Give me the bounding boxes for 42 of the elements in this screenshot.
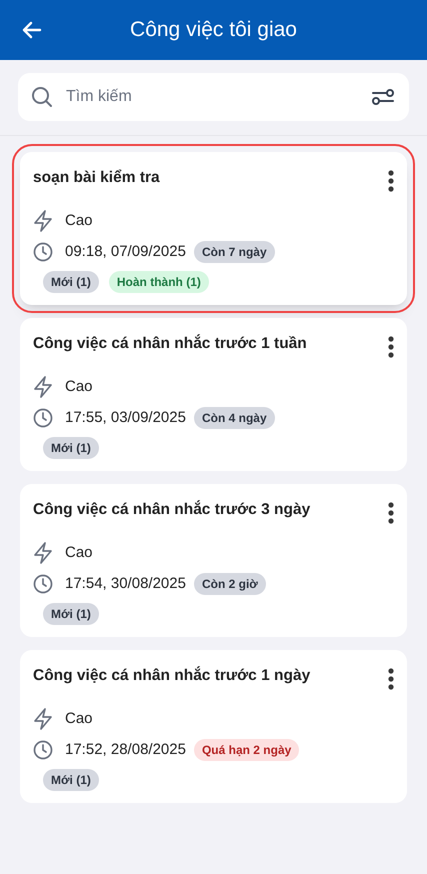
priority-label: Cao [65, 377, 93, 397]
status-badge: Mới (1) [43, 603, 99, 625]
priority-label: Cao [65, 543, 93, 563]
status-badge: Hoàn thành (1) [108, 271, 209, 293]
task-title: soạn bài kiểm tra [33, 168, 160, 188]
due-date: 17:52, 28/08/2025 [65, 740, 186, 760]
more-options-icon[interactable] [388, 170, 394, 192]
lightning-icon [33, 542, 53, 564]
due-date: 17:54, 30/08/2025 [65, 574, 186, 594]
lightning-icon [33, 376, 53, 398]
due-date: 17:55, 03/09/2025 [65, 408, 186, 428]
more-options-icon[interactable] [388, 502, 394, 524]
deadline-badge: Còn 4 ngày [194, 406, 275, 429]
more-options-icon[interactable] [388, 668, 394, 690]
clock-icon [33, 574, 53, 594]
more-options-icon[interactable] [388, 336, 394, 358]
filter-icon[interactable] [371, 87, 395, 107]
lightning-icon [33, 210, 53, 232]
deadline-badge: Còn 2 giờ [194, 572, 266, 595]
status-badge: Mới (1) [43, 271, 99, 293]
screen-title: Công việc tôi giao [130, 17, 297, 44]
status-badge: Mới (1) [43, 769, 99, 791]
task-title: Công việc cá nhân nhắc trước 1 tuần [33, 334, 307, 354]
priority-label: Cao [65, 211, 93, 231]
clock-icon [33, 242, 53, 262]
task-card[interactable]: soạn bài kiểm tra Cao 09:18, 07/09/2025 Còn 7 ngày Mới (1) Hoàn thành (1) [20, 152, 407, 305]
clock-icon [33, 408, 53, 428]
priority-label: Cao [65, 709, 93, 729]
back-arrow-icon [22, 21, 42, 39]
due-date: 09:18, 07/09/2025 [65, 242, 186, 262]
task-card[interactable]: Công việc cá nhân nhắc trước 3 ngày Cao 17:54, 30/08/2025 Còn 2 giờ Mới (1) [20, 484, 407, 637]
task-card[interactable]: Công việc cá nhân nhắc trước 1 tuần Cao 17:55, 03/09/2025 Còn 4 ngày Mới (1) [20, 318, 407, 471]
task-title: Công việc cá nhân nhắc trước 3 ngày [33, 500, 310, 520]
task-card[interactable]: Công việc cá nhân nhắc trước 1 ngày Cao 17:52, 28/08/2025 Quá hạn 2 ngày Mới (1) [20, 650, 407, 803]
deadline-badge: Quá hạn 2 ngày [194, 738, 300, 761]
search-field[interactable]: Tìm kiếm [18, 73, 409, 121]
status-badge: Mới (1) [43, 437, 99, 459]
search-icon [30, 85, 54, 109]
deadline-badge: Còn 7 ngày [194, 240, 275, 263]
task-title: Công việc cá nhân nhắc trước 1 ngày [33, 666, 310, 686]
lightning-icon [33, 708, 53, 730]
clock-icon [33, 740, 53, 760]
